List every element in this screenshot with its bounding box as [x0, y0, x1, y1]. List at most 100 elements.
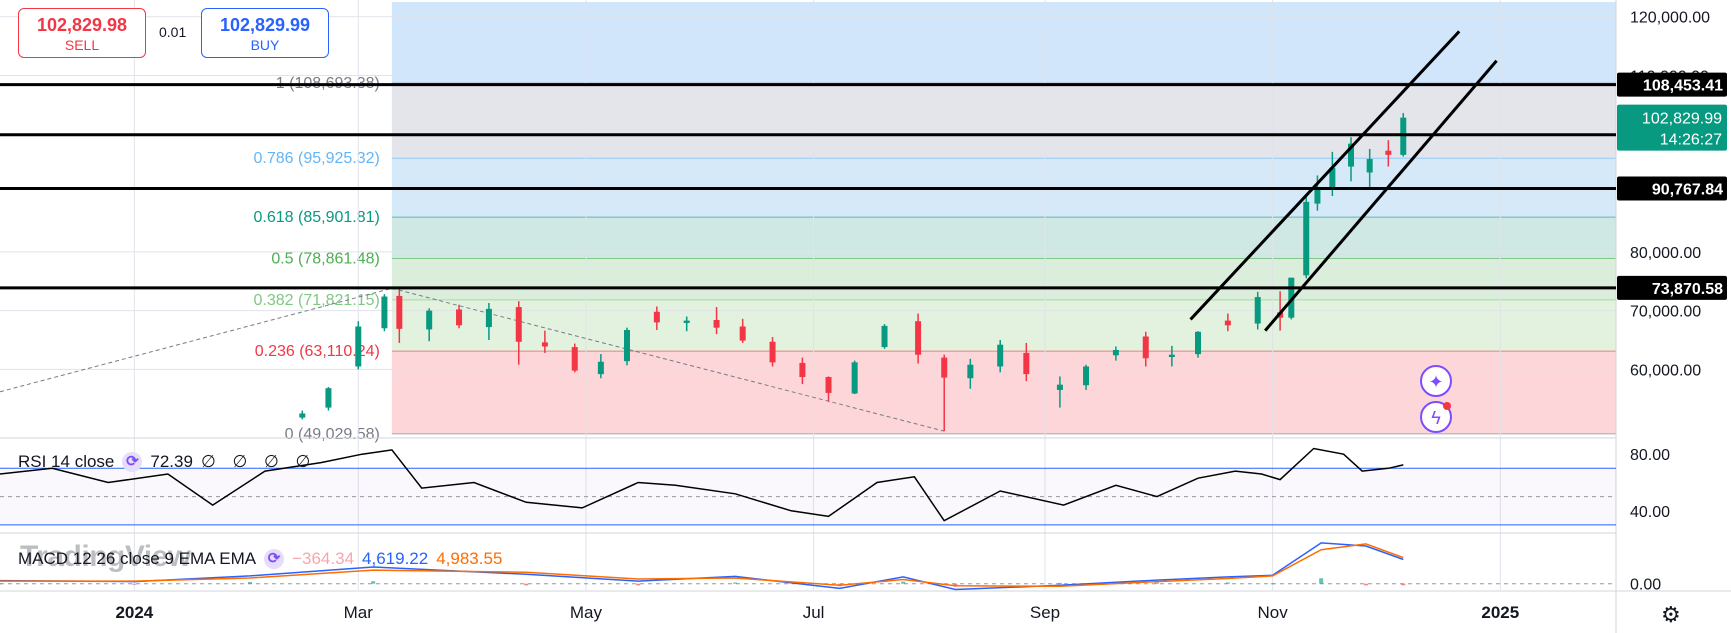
macd-histogram-bar [1154, 582, 1159, 584]
candle-body [381, 296, 388, 329]
macd-histogram-bar [1225, 582, 1230, 584]
candle-body [881, 325, 888, 348]
macd-histogram-bar [371, 581, 376, 584]
candle-body [1112, 350, 1119, 356]
candle-body [851, 362, 858, 394]
notification-dot [1443, 402, 1451, 410]
rsi-legend-title: RSI 14 close [18, 452, 115, 471]
gear-icon[interactable]: ⚙ [1661, 602, 1681, 628]
candle-body [739, 326, 746, 341]
candle-body [1142, 336, 1149, 359]
fib-level-label: 0.786 (95,925.32) [254, 150, 380, 167]
candle-body [769, 341, 776, 363]
price-tick-label: 60,000.00 [1630, 362, 1701, 379]
horizontal-line-price-label: 108,453.41 [1643, 78, 1723, 95]
macd-histogram-bar [1270, 583, 1275, 585]
last-price-label: 102,829.99 [1642, 111, 1722, 128]
macd-settings-icon[interactable]: ⟳ [264, 549, 285, 569]
candle-body [1385, 150, 1392, 155]
rsi-tick-label: 40.00 [1630, 504, 1670, 521]
candle-body [456, 309, 463, 326]
buy-button[interactable]: 102,829.99 BUY [201, 8, 329, 58]
rsi-value: 72.39 [150, 452, 193, 471]
candle-body [997, 344, 1004, 367]
candle-body [485, 308, 492, 328]
fib-zone [391, 299, 1617, 352]
candle-body [1254, 297, 1261, 324]
sell-label: SELL [64, 37, 100, 53]
macd-histogram-bar [1057, 582, 1062, 584]
candle-body [1314, 187, 1321, 204]
sparkle-icon[interactable]: ✦ [1420, 365, 1452, 397]
macd-histogram-bar [901, 581, 906, 584]
candle-body [355, 326, 362, 367]
candle-body [299, 413, 306, 418]
candle-body [1056, 384, 1063, 390]
price-axis[interactable]: 120,000.00110,000.0080,000.0070,000.0060… [1617, 10, 1727, 594]
price-tick-label: 80,000.00 [1630, 245, 1701, 262]
candle-body [396, 295, 403, 329]
price-tick-label: 70,000.00 [1630, 304, 1701, 321]
candle-body [597, 361, 604, 375]
rsi-null-values: ∅ ∅ ∅ ∅ [200, 452, 317, 471]
fibonacci-retracement[interactable]: 1 (108,693.38)0.786 (95,925.32)0.618 (85… [254, 2, 1617, 443]
macd-histogram-bar [636, 583, 641, 586]
time-tick-label: Mar [344, 603, 374, 622]
sell-price: 102,829.98 [36, 15, 128, 35]
macd-histogram-bar [0, 583, 2, 585]
time-tick-label: 2025 [1481, 603, 1519, 622]
macd-histogram-bar [1319, 578, 1324, 584]
countdown-label: 14:26:27 [1660, 132, 1722, 149]
horizontal-line-price-label: 90,767.84 [1652, 182, 1723, 199]
time-tick-label: Nov [1258, 603, 1289, 622]
fib-level-label: 0.618 (85,901.81) [254, 209, 380, 226]
fib-zone [391, 258, 1617, 300]
macd-line-value: 4,619.22 [362, 549, 429, 568]
candle-body [915, 321, 922, 355]
time-tick-label: Jul [803, 603, 825, 622]
time-tick-label: Sep [1030, 603, 1060, 622]
fib-level-label: 0 (49,029.58) [285, 426, 380, 443]
dashed-trend-line[interactable] [0, 287, 392, 393]
time-tick-label: May [570, 603, 603, 622]
macd-histogram-bar [132, 583, 137, 585]
horizontal-line-price-label: 73,870.58 [1652, 281, 1723, 298]
candle-body [571, 347, 578, 371]
fib-level-label: 0.382 (71,821.15) [254, 292, 380, 309]
rsi-legend[interactable]: RSI 14 close ⟳ 72.39 ∅ ∅ ∅ ∅ [18, 452, 316, 472]
candle-body [941, 357, 948, 378]
macd-legend[interactable]: MACD 12 26 close 9 EMA EMA ⟳ −364.34 4,6… [18, 549, 502, 569]
candle-body [515, 307, 522, 342]
buy-label: BUY [250, 37, 280, 53]
candle-body [683, 320, 690, 323]
macd-tick-label: 0.00 [1630, 577, 1661, 594]
candle-body [1083, 366, 1090, 386]
candle-body [1366, 158, 1373, 173]
candle-body [623, 330, 630, 362]
candle-body [541, 342, 548, 347]
candle-body [1195, 331, 1202, 355]
macd-legend-title: MACD 12 26 close 9 EMA EMA [18, 549, 257, 568]
macd-histogram-bar [248, 582, 253, 584]
chart-canvas[interactable]: 1 (108,693.38)0.786 (95,925.32)0.618 (85… [0, 0, 1731, 633]
candle-body [1303, 201, 1310, 276]
candle-body [1168, 354, 1175, 358]
candle-body [1224, 320, 1231, 326]
fib-zone-top [391, 2, 1617, 84]
candle-body [967, 364, 974, 379]
macd-histogram-bar [524, 583, 529, 586]
rsi-settings-icon[interactable]: ⟳ [122, 452, 143, 472]
lightning-icon[interactable]: ϟ [1420, 401, 1452, 433]
sell-button[interactable]: 102,829.98 SELL [18, 8, 146, 58]
macd-histogram-value: −364.34 [292, 549, 355, 568]
spread-value: 0.01 [159, 24, 187, 40]
candle-body [1023, 352, 1030, 375]
time-axis[interactable]: 2024 Mar May Jul Sep Nov 2025 [115, 603, 1519, 622]
fib-zone [391, 83, 1617, 159]
price-tick-label: 120,000.00 [1630, 10, 1710, 27]
candle-body [325, 388, 332, 408]
macd-histogram-bar [1363, 583, 1368, 586]
macd-histogram-bar [733, 582, 738, 584]
candle-body [653, 311, 660, 323]
macd-signal-value: 4,983.55 [436, 549, 503, 568]
